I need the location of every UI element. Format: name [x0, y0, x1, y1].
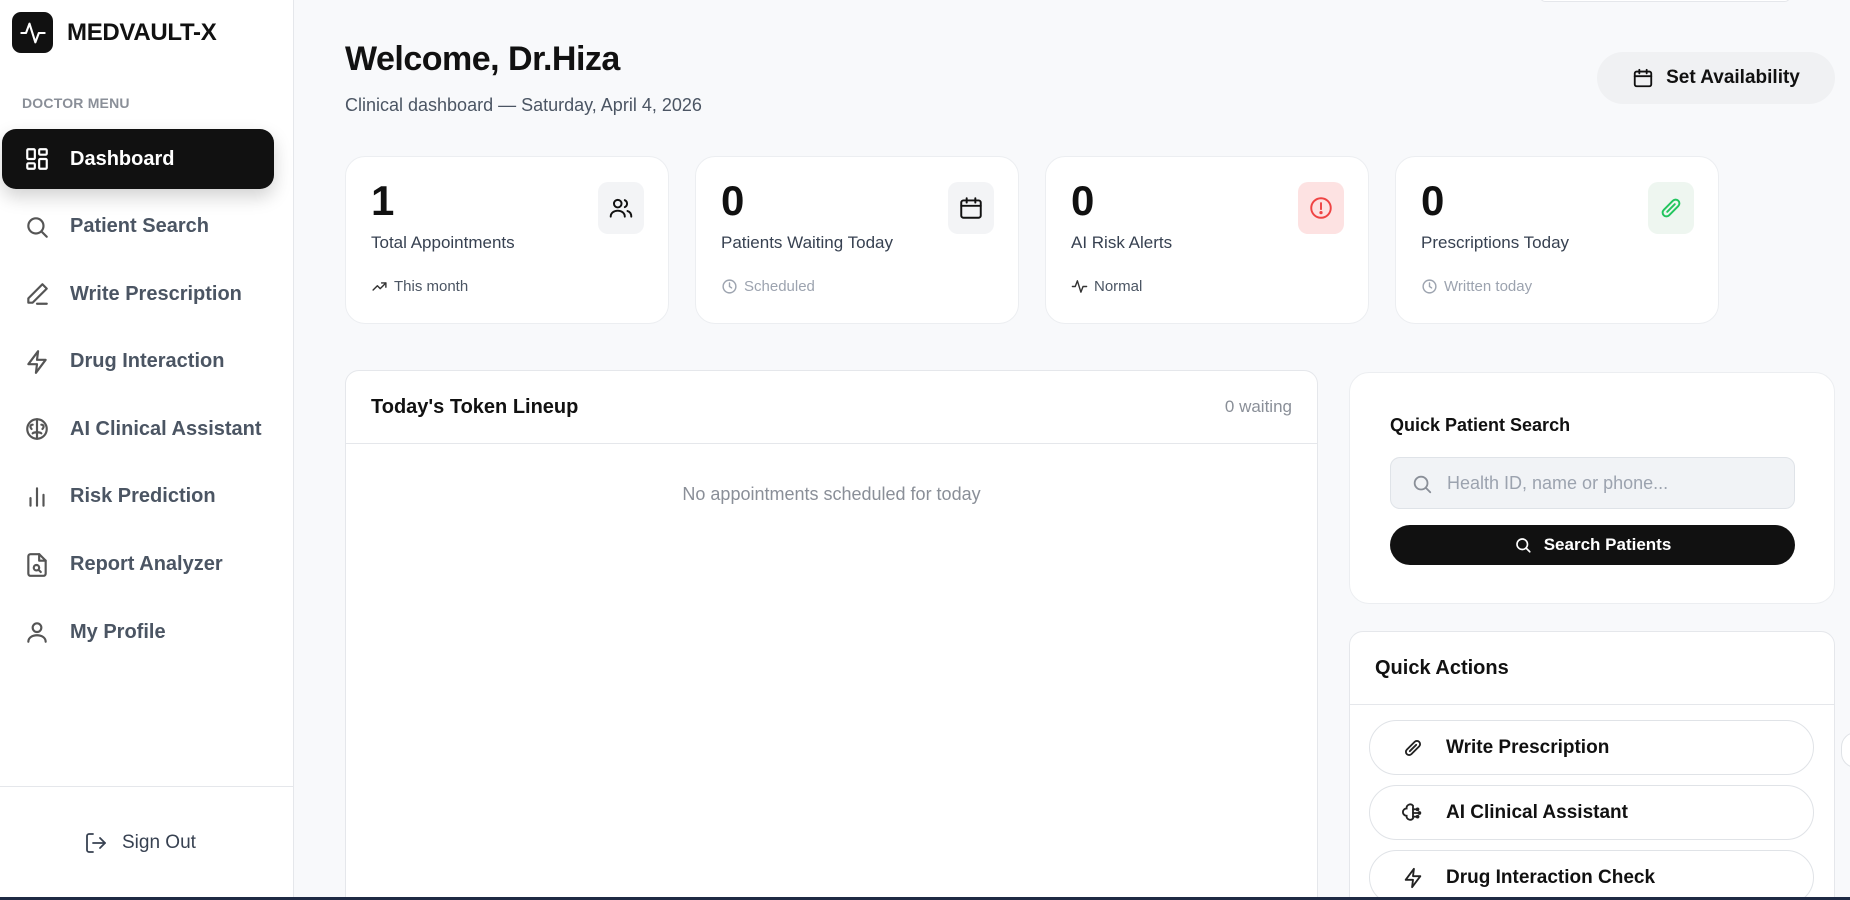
top-edge-element [1540, 0, 1790, 2]
sidebar-item-patient-search[interactable]: Patient Search [2, 197, 274, 257]
sidebar-nav: Dashboard Patient Search Write Prescript… [2, 129, 274, 670]
quick-action-drug-interaction-check[interactable]: Drug Interaction Check [1369, 850, 1814, 900]
sidebar-item-write-prescription[interactable]: Write Prescription [2, 264, 274, 324]
quick-actions-panel: Quick Actions Write Prescription AI Clin… [1349, 631, 1835, 900]
stat-footer-text: Scheduled [744, 278, 815, 295]
quick-action-write-prescription[interactable]: Write Prescription [1369, 720, 1814, 775]
stat-value: 0 [1421, 177, 1445, 224]
stat-footer-text: Normal [1094, 278, 1143, 295]
stat-card-total-appointments: 1 Total Appointments This month [345, 156, 669, 324]
logout-icon [84, 831, 108, 855]
search-input-wrapper [1390, 457, 1795, 509]
sidebar-item-label: Drug Interaction [70, 350, 225, 373]
page-title: Welcome, Dr.Hiza [345, 40, 620, 78]
calendar-icon [948, 182, 994, 234]
stat-value: 0 [721, 177, 745, 224]
clock-icon [1421, 278, 1438, 295]
sidebar-item-label: Patient Search [70, 215, 209, 238]
sidebar: MEDVAULT-X DOCTOR MENU Dashboard Patient… [0, 0, 294, 900]
quick-actions-list: Write Prescription AI Clinical Assistant… [1369, 720, 1814, 900]
pen-icon [24, 281, 50, 307]
set-availability-label: Set Availability [1666, 67, 1800, 88]
dashboard-icon [24, 146, 50, 172]
clock-icon [721, 278, 738, 295]
stat-footer: Written today [1421, 278, 1532, 295]
stat-card-prescriptions-today: 0 Prescriptions Today Written today [1395, 156, 1719, 324]
brand[interactable]: MEDVAULT-X [12, 12, 217, 53]
stat-label: AI Risk Alerts [1071, 233, 1173, 252]
bolt-icon [24, 349, 50, 375]
search-input[interactable] [1447, 458, 1787, 508]
sign-out-label: Sign Out [122, 832, 196, 853]
menu-section-label: DOCTOR MENU [22, 95, 130, 111]
pill-icon [1648, 182, 1694, 234]
search-icon [1514, 536, 1532, 554]
waiting-count: 0 waiting [1224, 397, 1292, 416]
stat-value: 0 [1071, 177, 1095, 224]
bolt-icon [1402, 867, 1424, 889]
sidebar-item-drug-interaction[interactable]: Drug Interaction [2, 332, 274, 392]
stat-card-patients-waiting: 0 Patients Waiting Today Scheduled [695, 156, 1019, 324]
sidebar-item-risk-prediction[interactable]: Risk Prediction [2, 467, 274, 527]
brand-name: MEDVAULT-X [67, 18, 217, 46]
search-icon [24, 214, 50, 240]
user-icon [24, 619, 50, 645]
users-icon [598, 182, 644, 234]
quick-patient-search-panel: Quick Patient Search Search Patients [1349, 372, 1835, 604]
token-lineup-panel: Today's Token Lineup 0 waiting No appoin… [345, 370, 1318, 900]
stat-footer-text: Written today [1444, 278, 1533, 295]
calendar-icon [1632, 67, 1654, 89]
search-icon [1411, 473, 1433, 495]
quick-actions-header: Quick Actions [1350, 632, 1834, 705]
token-lineup-header: Today's Token Lineup 0 waiting [346, 371, 1317, 444]
file-search-icon [24, 552, 50, 578]
search-patients-label: Search Patients [1543, 535, 1672, 554]
quick-search-title: Quick Patient Search [1390, 415, 1571, 435]
page-subtitle: Clinical dashboard — Saturday, April 4, … [345, 95, 702, 115]
sidebar-item-label: AI Clinical Assistant [70, 417, 262, 440]
sidebar-item-label: Dashboard [70, 147, 175, 170]
brain-icon [24, 416, 50, 442]
sidebar-item-my-profile[interactable]: My Profile [2, 602, 274, 662]
quick-actions-title: Quick Actions [1375, 656, 1509, 679]
sidebar-item-dashboard[interactable]: Dashboard [2, 129, 274, 189]
set-availability-button[interactable]: Set Availability [1597, 52, 1835, 104]
sidebar-item-ai-clinical-assistant[interactable]: AI Clinical Assistant [2, 399, 274, 459]
sidebar-item-label: Risk Prediction [70, 485, 216, 508]
stat-card-ai-risk-alerts: 0 AI Risk Alerts Normal [1045, 156, 1369, 324]
trending-up-icon [371, 278, 388, 295]
stat-label: Patients Waiting Today [721, 233, 893, 252]
sign-out-button[interactable]: Sign Out [84, 831, 196, 855]
stat-footer: This month [371, 278, 468, 295]
brain-icon [1402, 802, 1424, 824]
pill-icon [1402, 737, 1424, 759]
sidebar-item-report-analyzer[interactable]: Report Analyzer [2, 535, 274, 595]
sidebar-item-label: Report Analyzer [70, 553, 223, 576]
bar-chart-icon [24, 484, 50, 510]
sidebar-item-label: My Profile [70, 620, 166, 643]
stat-label: Total Appointments [371, 233, 515, 252]
stat-footer: Scheduled [721, 278, 815, 295]
sidebar-item-label: Write Prescription [70, 282, 242, 305]
stat-label: Prescriptions Today [1421, 233, 1570, 252]
pulse-icon [12, 12, 53, 53]
stat-value: 1 [371, 177, 395, 224]
quick-action-label: AI Clinical Assistant [1446, 801, 1628, 823]
quick-action-ai-clinical-assistant[interactable]: AI Clinical Assistant [1369, 785, 1814, 840]
empty-state-text: No appointments scheduled for today [682, 484, 981, 504]
alert-circle-icon [1298, 182, 1344, 234]
sidebar-footer: Sign Out [0, 786, 293, 900]
quick-action-label: Drug Interaction Check [1446, 866, 1656, 888]
scroll-edge-handle[interactable] [1841, 732, 1850, 768]
stat-footer-text: This month [394, 278, 469, 295]
search-patients-button[interactable]: Search Patients [1390, 525, 1795, 565]
activity-icon [1071, 278, 1088, 295]
token-lineup-title: Today's Token Lineup [371, 395, 579, 418]
stat-footer: Normal [1071, 278, 1142, 295]
quick-action-label: Write Prescription [1446, 736, 1610, 758]
